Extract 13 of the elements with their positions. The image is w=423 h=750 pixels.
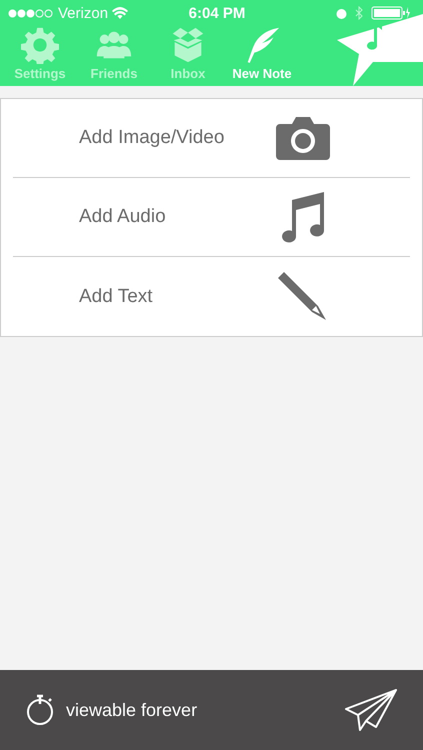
send-icon[interactable]: [345, 689, 397, 731]
status-time: 6:04 PM: [188, 4, 246, 22]
signal-icon: [8, 8, 54, 18]
option-row[interactable]: Add Image/Video: [13, 99, 410, 178]
battery-icon: [371, 6, 411, 20]
settings-icon: [21, 26, 59, 64]
carrier: Verizon: [58, 4, 108, 22]
wifi-icon: [112, 7, 128, 19]
expiry-label[interactable]: viewable forever: [66, 700, 335, 720]
option-row[interactable]: Add Audio: [13, 178, 410, 257]
bluetooth-icon: [355, 6, 363, 20]
option-row[interactable]: Add Text: [13, 257, 410, 336]
stopwatch-icon[interactable]: [26, 694, 56, 726]
